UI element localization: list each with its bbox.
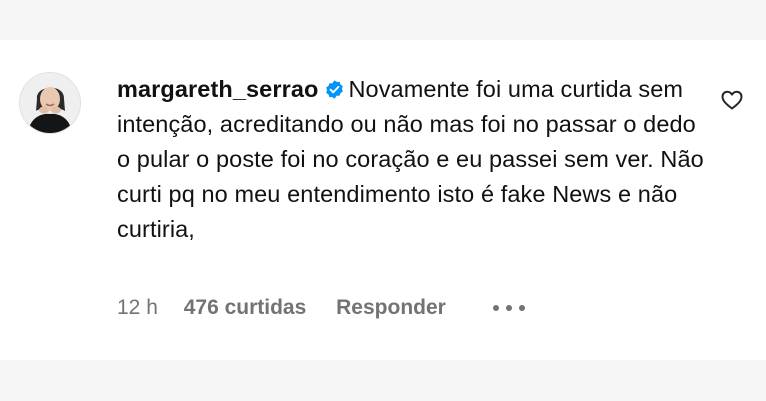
top-spacer: [0, 0, 766, 40]
profile-avatar: [20, 73, 80, 133]
heart-outline-icon[interactable]: [720, 88, 744, 112]
username-link[interactable]: margareth_serrao: [117, 76, 318, 102]
comment-body: margareth_serrao Novamente foi uma curtid…: [117, 72, 707, 247]
avatar[interactable]: [19, 72, 81, 134]
comment-meta: 12 h 476 curtidas Responder: [117, 296, 526, 320]
more-options-icon[interactable]: [492, 304, 526, 312]
verified-badge-icon: [326, 80, 344, 99]
likes-count-button[interactable]: 476 curtidas: [184, 296, 307, 320]
bottom-spacer: [0, 360, 766, 401]
reply-button[interactable]: Responder: [336, 296, 446, 320]
comment-row: margareth_serrao Novamente foi uma curtid…: [0, 40, 766, 360]
comment-timestamp: 12 h: [117, 296, 158, 319]
